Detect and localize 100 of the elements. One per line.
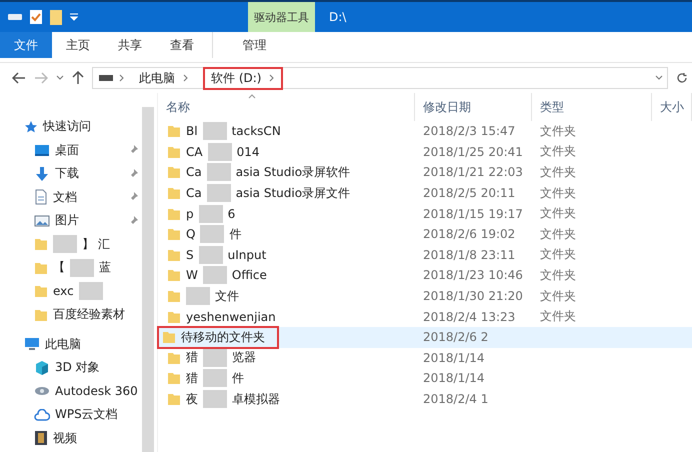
file-name: 夜 — [186, 390, 198, 408]
file-name: p — [186, 206, 194, 221]
chevron-right-icon — [269, 74, 276, 82]
breadcrumb[interactable]: 此电脑 — [131, 66, 197, 90]
file-name: Ca — [186, 186, 202, 200]
sidebar-item: 下载 — [55, 165, 79, 182]
file-name: CA — [186, 144, 203, 159]
file-name: 待移动的文件夹 — [181, 328, 265, 346]
type-cell-text: 文件夹 — [539, 164, 577, 181]
folder-icon — [167, 165, 181, 180]
folder-icon — [167, 248, 181, 262]
type-cell-text: 文件夹 — [539, 184, 577, 202]
column-header[interactable]: 名称 — [158, 93, 415, 121]
folder-icon — [34, 260, 48, 275]
breadcrumb-label[interactable]: 软件 (D:) — [211, 70, 262, 86]
computer-icon — [24, 337, 40, 352]
chevron-down-icon[interactable] — [56, 75, 64, 81]
column-header[interactable]: 类型 — [532, 93, 652, 121]
chevron-down-icon[interactable] — [655, 75, 663, 81]
sidebar-item: 百度经验素材 — [53, 306, 125, 324]
file-name: 览器 — [232, 349, 256, 366]
folder-icon — [167, 371, 181, 386]
date-cell-text: 2018/1/23 10:46 — [422, 268, 524, 282]
refresh-icon[interactable] — [676, 72, 688, 84]
column-header[interactable]: 修改日期 — [415, 93, 532, 121]
blurred-area — [206, 163, 231, 182]
sort-up-icon — [248, 94, 256, 99]
type-cell-text: 文件夹 — [539, 226, 577, 243]
sidebar-section[interactable]: 此电脑 — [45, 336, 81, 353]
sidebar-section[interactable]: 快速访问 — [43, 118, 91, 136]
sidebar-item: WPS云文档 — [55, 406, 118, 424]
date-cell-text: 2018/1/30 21:20 — [422, 289, 524, 304]
blurred-area — [202, 266, 227, 284]
type-cell-text: 文件夹 — [539, 143, 577, 160]
folder-icon[interactable] — [50, 10, 62, 24]
folder-icon — [167, 227, 181, 242]
file-name: 猎 — [186, 370, 198, 387]
folder-icon — [34, 284, 48, 298]
breadcrumb[interactable]: 软件 (D:) — [203, 66, 284, 90]
chevron-right-icon — [119, 74, 125, 82]
sidebar-item: 桌面 — [55, 142, 79, 159]
date-cell-text: 2018/1/14 — [422, 371, 486, 386]
cloud-icon — [34, 408, 50, 421]
date-cell-text: 2018/2/4 1 — [422, 392, 490, 406]
file-name: Bl — [186, 124, 198, 138]
date-cell-text: 2018/2/3 15:47 — [422, 124, 516, 138]
date-cell-text: 2018/1/21 22:03 — [422, 165, 524, 180]
drive-icon — [99, 75, 113, 81]
type-cell-text: 文件夹 — [539, 205, 577, 222]
file-name: tacksCN — [232, 124, 281, 138]
blurred-area — [206, 184, 231, 202]
type-cell-text: 文件夹 — [539, 308, 577, 326]
sidebar-item: exc — [53, 284, 74, 298]
folder-icon — [34, 308, 48, 322]
cube-icon — [34, 360, 50, 376]
blurred-area — [208, 142, 232, 161]
checklist-icon[interactable] — [30, 10, 42, 24]
folder-icon — [167, 144, 181, 159]
dropdown-icon[interactable] — [70, 13, 78, 21]
star-icon — [24, 120, 38, 134]
scrollbar[interactable] — [142, 107, 154, 452]
window-title: D:\ — [328, 9, 346, 26]
file-name: Ca — [186, 165, 202, 180]
date-cell-text: 2018/1/8 23:11 — [422, 248, 516, 262]
file-name: 猎 — [186, 349, 198, 366]
blurred-area — [203, 390, 227, 408]
blurred-area — [200, 225, 224, 244]
blurred-area — [202, 122, 227, 140]
column-header[interactable]: 大小 — [652, 93, 692, 121]
sidebar-item: Autodesk 360 — [55, 384, 138, 398]
blurred-area — [53, 235, 77, 254]
file-name: S — [186, 248, 194, 262]
file-name: asia Studio录屏文件 — [236, 184, 350, 202]
file-name: 件 — [232, 370, 244, 387]
folder-icon — [167, 289, 181, 304]
image-icon — [34, 214, 50, 228]
back-arrow-icon[interactable] — [12, 72, 26, 84]
desktop-icon — [34, 143, 50, 158]
folder-icon — [167, 124, 181, 138]
type-cell-text: 文件夹 — [539, 288, 577, 305]
document-icon — [34, 189, 48, 206]
blurred-area — [78, 282, 103, 300]
date-cell-text: 2018/2/6 19:02 — [422, 227, 516, 242]
ribbon-tab[interactable]: 文件 — [0, 32, 52, 58]
sidebar-item: 3D 对象 — [55, 359, 100, 376]
folder-icon — [167, 310, 181, 324]
context-tab-title: 驱动器工具 — [248, 2, 315, 32]
chevron-right-icon — [183, 74, 189, 82]
up-arrow-icon[interactable] — [72, 71, 84, 85]
folder-icon — [162, 330, 176, 344]
blurred-area — [203, 369, 227, 388]
sidebar-item: 文档 — [53, 188, 77, 206]
film-icon — [34, 430, 48, 446]
date-cell-text: 2018/2/4 13:23 — [422, 310, 516, 324]
breadcrumb-label[interactable]: 此电脑 — [139, 70, 175, 86]
type-cell-text: 文件夹 — [539, 246, 577, 264]
sidebar-item: 视频 — [53, 430, 77, 447]
download-icon — [34, 166, 50, 182]
date-cell-text: 2018/1/25 20:41 — [422, 144, 524, 159]
address-bar[interactable]: 此电脑 软件 (D:) — [92, 67, 668, 89]
